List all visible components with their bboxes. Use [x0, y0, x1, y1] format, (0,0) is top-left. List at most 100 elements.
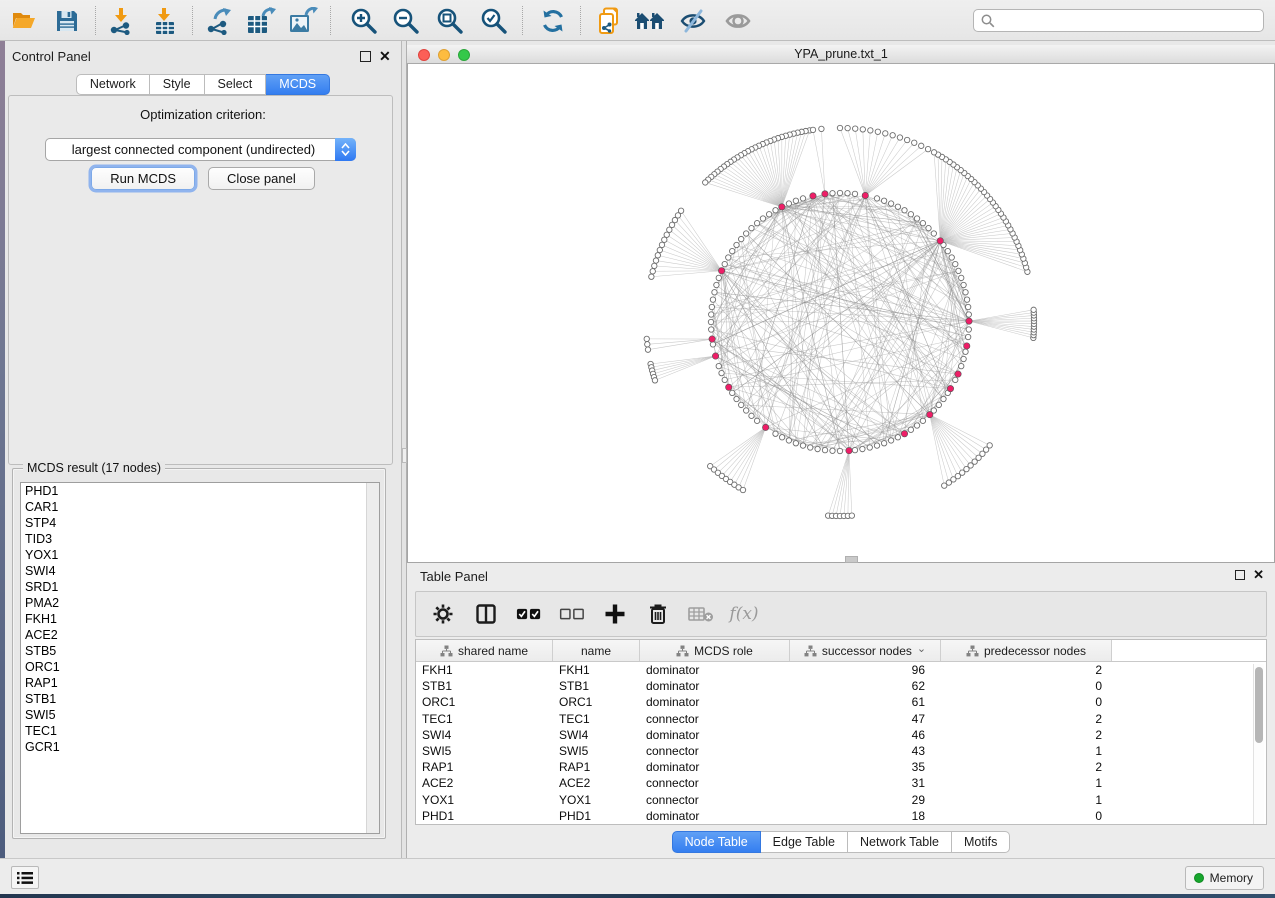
cell-predecessor-nodes: 0 [941, 678, 1112, 694]
mcds-result-item[interactable]: TEC1 [21, 723, 379, 739]
zoom-out-icon [392, 7, 420, 35]
memory-button[interactable]: Memory [1185, 866, 1264, 890]
table-row[interactable]: TEC1TEC1connector472 [416, 711, 1266, 727]
criterion-select[interactable]: largest connected component (undirected) [45, 138, 356, 161]
table-row[interactable]: ORC1ORC1dominator610 [416, 694, 1266, 710]
table-row[interactable]: ACE2ACE2connector311 [416, 775, 1266, 791]
network-snapshot-icon [597, 7, 623, 35]
mcds-result-item[interactable]: TID3 [21, 531, 379, 547]
refresh-layout-button[interactable] [537, 5, 569, 36]
show-columns-button[interactable] [473, 601, 499, 627]
table-panel: Table Panel ✕ [407, 563, 1275, 858]
mcds-result-item[interactable]: SWI4 [21, 563, 379, 579]
zoom-fit-button[interactable] [434, 5, 466, 36]
network-canvas[interactable] [407, 64, 1275, 563]
mcds-result-item[interactable]: STP4 [21, 515, 379, 531]
export-table-button[interactable] [245, 5, 277, 36]
cell-predecessor-nodes: 1 [941, 775, 1112, 791]
first-neighbors-button[interactable] [634, 5, 666, 36]
close-panel-button[interactable]: Close panel [208, 167, 315, 190]
save-session-button[interactable] [51, 5, 83, 36]
table-row[interactable]: RAP1RAP1dominator352 [416, 759, 1266, 775]
import-table-icon [151, 7, 179, 35]
add-column-button[interactable] [602, 601, 628, 627]
list-scrollbar[interactable] [366, 483, 379, 833]
cell-successor-nodes: 47 [790, 711, 941, 727]
network-snapshot-button[interactable] [594, 5, 626, 36]
hide-selected-button[interactable] [678, 5, 710, 36]
export-network-button[interactable] [203, 5, 235, 36]
column-header-predecessor-nodes[interactable]: predecessor nodes [941, 640, 1112, 661]
task-history-button[interactable] [11, 866, 39, 889]
close-panel-icon[interactable]: ✕ [379, 49, 391, 63]
column-header-shared-name[interactable]: shared name [416, 640, 553, 661]
memory-label: Memory [1210, 871, 1253, 885]
tab-network[interactable]: Network [76, 74, 150, 95]
mcds-result-item[interactable]: FKH1 [21, 611, 379, 627]
float-table-panel-icon[interactable] [1235, 570, 1245, 580]
tab-node-table[interactable]: Node Table [672, 831, 761, 853]
optimization-criterion-label: Optimization criterion: [5, 107, 401, 122]
tab-network-table[interactable]: Network Table [848, 831, 952, 853]
import-table-button[interactable] [149, 5, 181, 36]
column-header-name[interactable]: name [553, 640, 640, 661]
export-image-button[interactable] [287, 5, 319, 36]
mcds-result-item[interactable]: PHD1 [21, 483, 379, 499]
table-row[interactable]: YOX1YOX1connector291 [416, 792, 1266, 808]
table-settings-gear-button[interactable] [430, 601, 456, 627]
cell-shared-name: PHD1 [416, 808, 553, 824]
mcds-result-list[interactable]: PHD1CAR1STP4TID3YOX1SWI4SRD1PMA2FKH1ACE2… [20, 482, 380, 834]
unselect-all-columns-button[interactable] [559, 601, 585, 627]
tab-motifs[interactable]: Motifs [952, 831, 1010, 853]
table-row[interactable]: SWI5SWI5connector431 [416, 743, 1266, 759]
table-body: FKH1FKH1dominator962STB1STB1dominator620… [416, 662, 1266, 824]
mcds-result-item[interactable]: GCR1 [21, 739, 379, 755]
close-table-panel-icon[interactable]: ✕ [1253, 567, 1264, 583]
cell-MCDS-role: dominator [640, 759, 790, 775]
mcds-result-item[interactable]: PMA2 [21, 595, 379, 611]
table-bottom-tabs: Node TableEdge TableNetwork TableMotifs [407, 831, 1275, 853]
mcds-result-item[interactable]: YOX1 [21, 547, 379, 563]
mcds-result-item[interactable]: RAP1 [21, 675, 379, 691]
column-header-successor-nodes[interactable]: successor nodes⌄ [790, 640, 941, 661]
tab-select[interactable]: Select [205, 74, 267, 95]
cell-MCDS-role: dominator [640, 694, 790, 710]
run-mcds-button[interactable]: Run MCDS [91, 167, 195, 190]
column-header-MCDS-role[interactable]: MCDS role [640, 640, 790, 661]
cell-shared-name: SWI5 [416, 743, 553, 759]
select-all-columns-button[interactable] [516, 601, 542, 627]
show-all-button[interactable] [722, 5, 754, 36]
mcds-result-item[interactable]: ORC1 [21, 659, 379, 675]
import-network-button[interactable] [106, 5, 138, 36]
zoom-out-button[interactable] [390, 5, 422, 36]
table-scrollbar-thumb[interactable] [1255, 667, 1263, 743]
mcds-result-item[interactable]: SRD1 [21, 579, 379, 595]
cell-successor-nodes: 31 [790, 775, 941, 791]
search-input[interactable] [995, 10, 1263, 31]
mcds-result-item[interactable]: ACE2 [21, 627, 379, 643]
table-row[interactable]: PHD1PHD1dominator180 [416, 808, 1266, 824]
table-scrollbar[interactable] [1253, 664, 1264, 824]
table-row[interactable]: SWI4SWI4dominator462 [416, 727, 1266, 743]
mcds-result-item[interactable]: STB5 [21, 643, 379, 659]
mcds-result-item[interactable]: SWI5 [21, 707, 379, 723]
zoom-selected-icon [480, 7, 508, 35]
horizontal-splitter-handle[interactable] [845, 556, 858, 563]
delete-column-button[interactable] [645, 601, 671, 627]
column-header-filler [1112, 640, 1266, 661]
network-titlebar[interactable]: YPA_prune.txt_1 [407, 45, 1275, 64]
tab-style[interactable]: Style [150, 74, 205, 95]
open-file-button[interactable] [8, 5, 40, 36]
cell-shared-name: STB1 [416, 678, 553, 694]
float-panel-icon[interactable] [360, 51, 371, 62]
mcds-result-item[interactable]: CAR1 [21, 499, 379, 515]
tab-mcds[interactable]: MCDS [266, 74, 330, 95]
tab-edge-table[interactable]: Edge Table [761, 831, 848, 853]
mcds-result-item[interactable]: STB1 [21, 691, 379, 707]
table-row[interactable]: FKH1FKH1dominator962 [416, 662, 1266, 678]
zoom-selected-button[interactable] [478, 5, 510, 36]
cell-successor-nodes: 29 [790, 792, 941, 808]
table-row[interactable]: STB1STB1dominator620 [416, 678, 1266, 694]
task-list-icon [16, 871, 34, 885]
zoom-in-button[interactable] [348, 5, 380, 36]
